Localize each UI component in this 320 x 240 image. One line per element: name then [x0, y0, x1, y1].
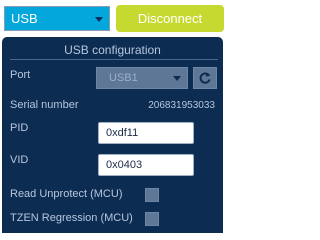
usb-connection-pane: USB Disconnect USB configuration Port US… — [0, 0, 227, 233]
tzen-regression-checkbox[interactable] — [145, 212, 159, 226]
port-select[interactable]: USB1 — [96, 67, 188, 89]
vid-input[interactable]: 0x0403 — [98, 154, 194, 176]
refresh-port-button[interactable] — [193, 67, 217, 89]
pid-label: PID — [10, 122, 29, 134]
read-unprotect-label: Read Unprotect (MCU) — [10, 188, 123, 200]
chevron-down-icon — [95, 17, 103, 22]
serial-number-value: 206831953033 — [148, 100, 215, 111]
tzen-regression-label: TZEN Regression (MCU) — [10, 212, 133, 224]
title-divider — [10, 59, 218, 60]
panel-title: USB configuration — [64, 43, 161, 57]
port-label: Port — [10, 69, 31, 81]
chevron-down-icon — [173, 76, 181, 81]
port-select-value: USB1 — [109, 72, 138, 84]
refresh-icon — [199, 72, 211, 84]
pid-input[interactable]: 0xdf11 — [98, 122, 194, 144]
serial-number-label: Serial number — [10, 99, 79, 111]
read-unprotect-checkbox[interactable] — [145, 188, 159, 202]
vid-label: VID — [10, 154, 29, 166]
interface-select[interactable]: USB — [4, 6, 110, 31]
usb-configuration-panel: USB configuration Port USB1 Serial numbe… — [2, 37, 223, 233]
connection-toolbar: USB Disconnect — [0, 0, 227, 36]
interface-select-value: USB — [11, 11, 38, 26]
disconnect-button[interactable]: Disconnect — [116, 5, 224, 32]
